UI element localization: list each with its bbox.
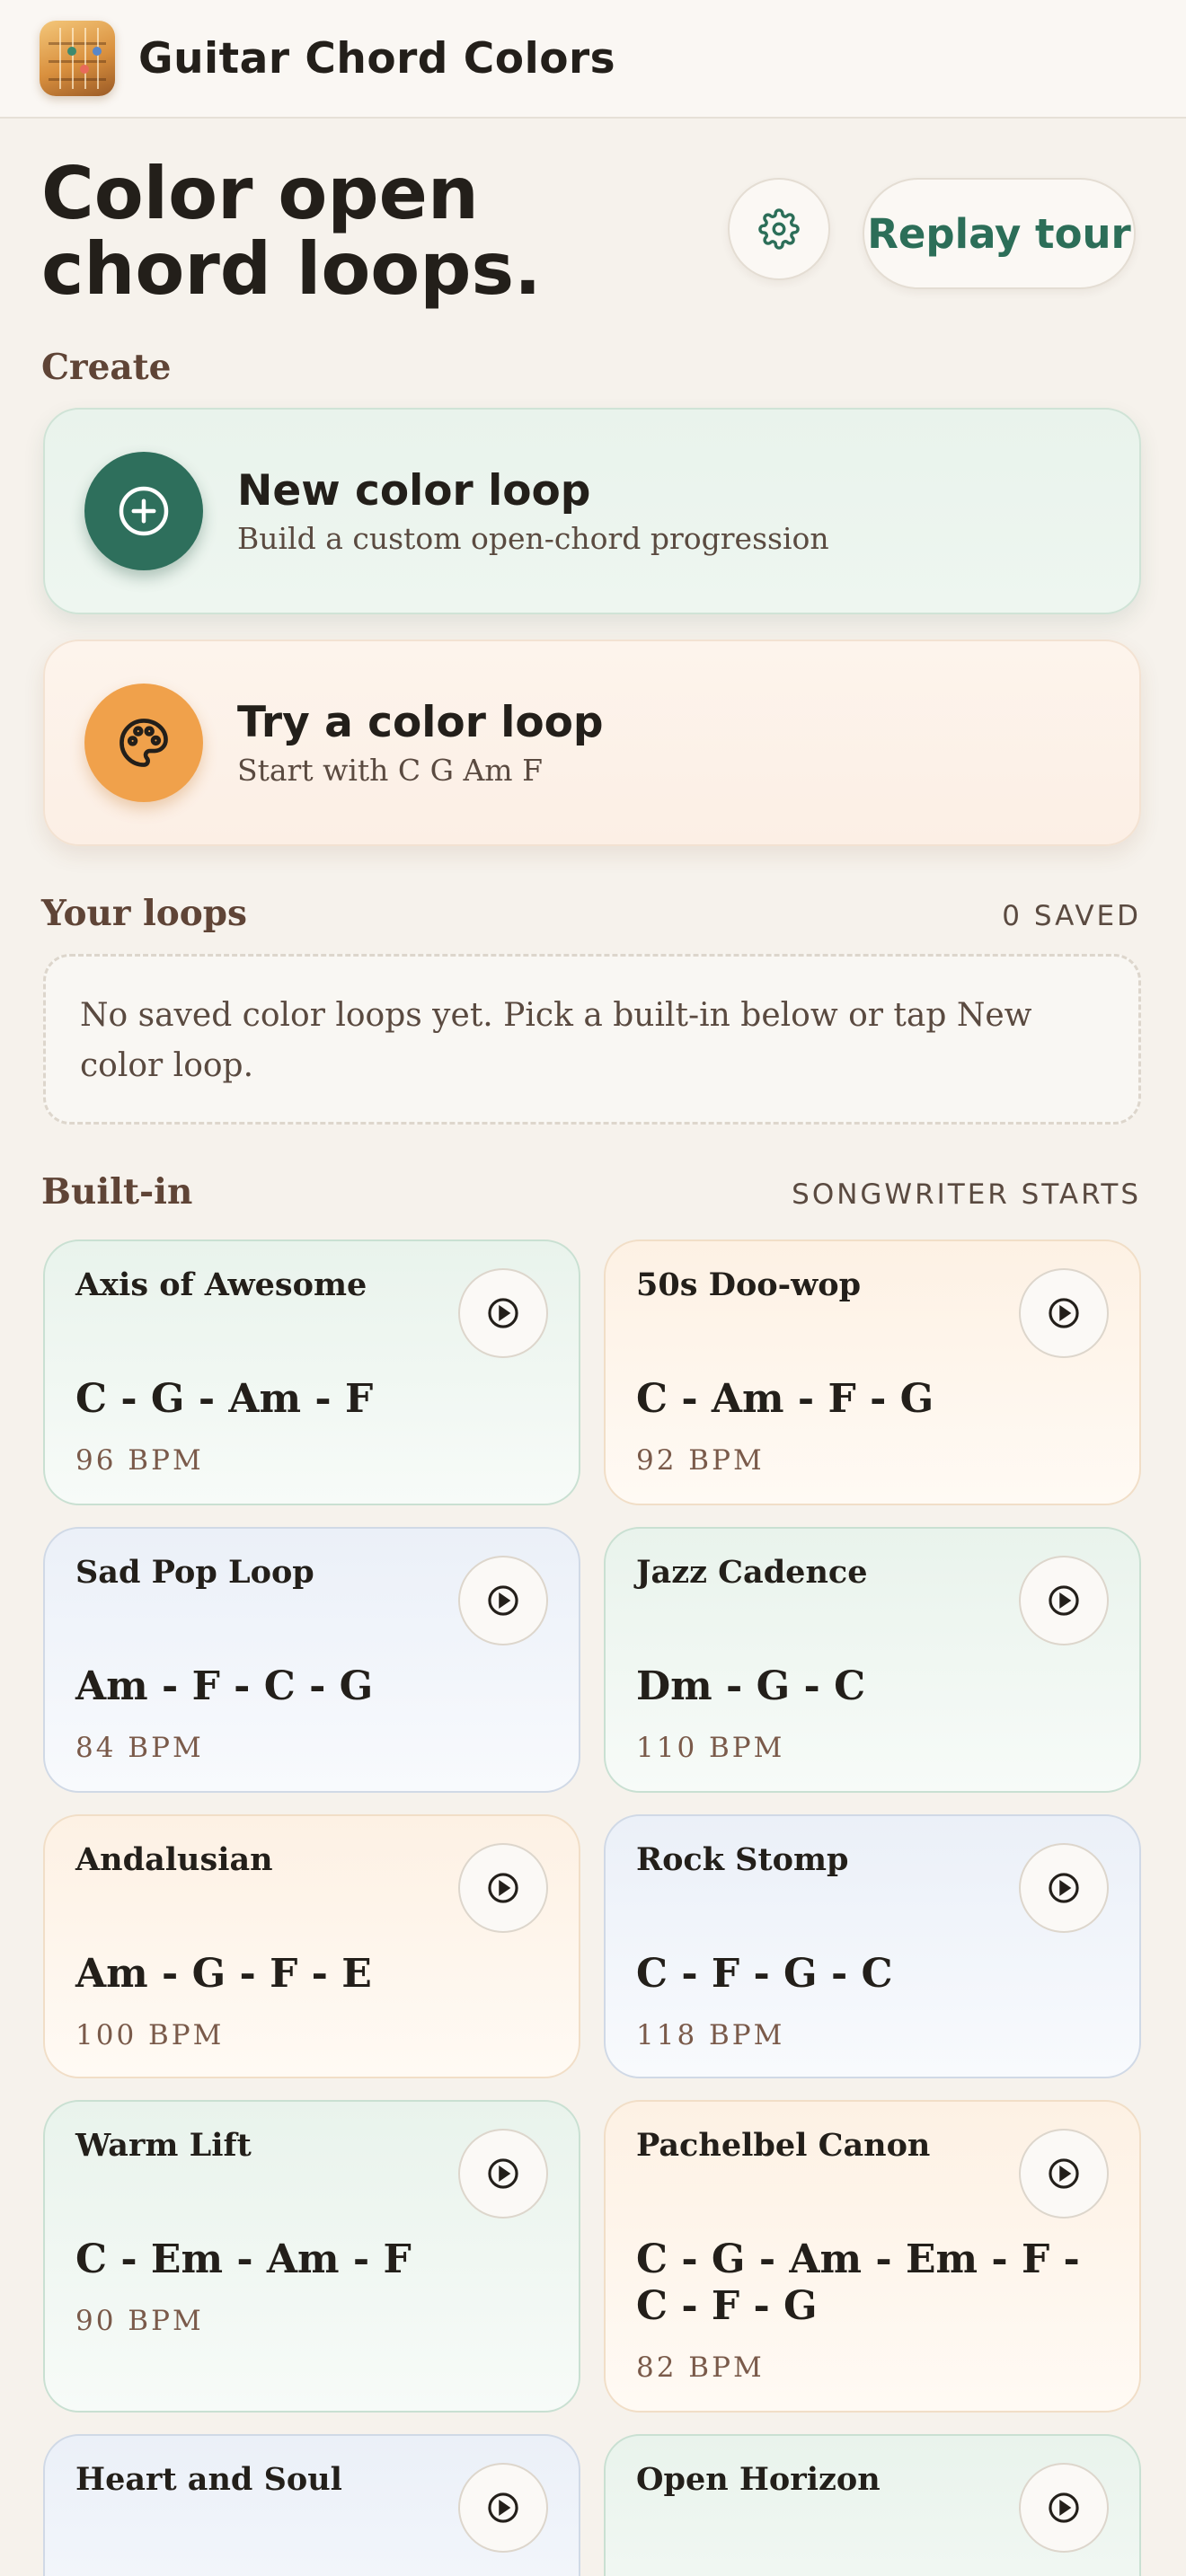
play-circle-icon xyxy=(488,1585,518,1616)
play-button[interactable] xyxy=(458,2463,548,2553)
play-button[interactable] xyxy=(1019,2463,1109,2553)
app-title: Guitar Chord Colors xyxy=(138,33,616,84)
create-section-label: Create xyxy=(41,347,172,388)
play-button[interactable] xyxy=(1019,2129,1109,2219)
new-loop-icon-circle xyxy=(84,452,203,570)
palette-icon xyxy=(119,719,168,767)
loop-bpm: 92 BPM xyxy=(636,1444,765,1477)
loop-card[interactable]: Andalusian Am - G - F - E 100 BPM xyxy=(43,1814,580,2078)
play-button[interactable] xyxy=(1019,1556,1109,1645)
new-loop-title: New color loop xyxy=(237,466,591,516)
loop-bpm: 96 BPM xyxy=(75,1444,204,1477)
loop-chords: C - G - Am - F xyxy=(75,1376,374,1422)
loop-name: Warm Lift xyxy=(75,2127,252,2164)
loop-chords: C - Am - F - G xyxy=(636,1376,934,1422)
loop-bpm: 82 BPM xyxy=(636,2351,765,2384)
builtin-section-label: Built-in xyxy=(41,1171,193,1213)
plus-circle-icon xyxy=(119,486,169,536)
play-circle-icon xyxy=(488,2158,518,2189)
your-loops-label: Your loops xyxy=(41,893,248,934)
play-circle-icon xyxy=(488,1873,518,1903)
loop-card[interactable]: Open Horizon xyxy=(604,2434,1141,2576)
page-title: Color open chord loops. xyxy=(41,152,542,311)
play-button[interactable] xyxy=(1019,1268,1109,1358)
loop-chords: Dm - G - C xyxy=(636,1663,866,1709)
new-color-loop-card[interactable]: New color loop Build a custom open-chord… xyxy=(43,408,1141,614)
loop-card[interactable]: 50s Doo-wop C - Am - F - G 92 BPM xyxy=(604,1239,1141,1505)
loop-card[interactable]: Axis of Awesome C - G - Am - F 96 BPM xyxy=(43,1239,580,1505)
loop-card[interactable]: Sad Pop Loop Am - F - C - G 84 BPM xyxy=(43,1527,580,1793)
play-button[interactable] xyxy=(458,1268,548,1358)
play-circle-icon xyxy=(1049,2158,1079,2189)
play-circle-icon xyxy=(1049,1873,1079,1903)
loop-name: Jazz Cadence xyxy=(636,1554,868,1591)
loop-card[interactable]: Pachelbel Canon C - G - Am - Em - F - C … xyxy=(604,2100,1141,2413)
loop-card[interactable]: Rock Stomp C - F - G - C 118 BPM xyxy=(604,1814,1141,2078)
empty-loops-message: No saved color loops yet. Pick a built-i… xyxy=(43,954,1141,1125)
play-button[interactable] xyxy=(458,2129,548,2219)
try-color-loop-card[interactable]: Try a color loop Start with C G Am F xyxy=(43,640,1141,846)
loop-name: 50s Doo-wop xyxy=(636,1266,862,1303)
play-circle-icon xyxy=(488,1298,518,1328)
loop-bpm: 84 BPM xyxy=(75,1732,204,1764)
loop-chords: C - F - G - C xyxy=(636,1951,893,1997)
loop-card[interactable]: Heart and Soul xyxy=(43,2434,580,2576)
play-button[interactable] xyxy=(458,1843,548,1933)
loop-bpm: 90 BPM xyxy=(75,2305,204,2337)
play-circle-icon xyxy=(1049,1585,1079,1616)
play-button[interactable] xyxy=(458,1556,548,1645)
try-loop-icon-circle xyxy=(84,684,203,802)
loop-name: Sad Pop Loop xyxy=(75,1554,314,1591)
play-circle-icon xyxy=(1049,2492,1079,2523)
loop-name: Andalusian xyxy=(75,1841,273,1878)
try-loop-title: Try a color loop xyxy=(237,698,604,747)
settings-button[interactable] xyxy=(728,178,830,280)
loop-chords: Am - G - F - E xyxy=(75,1951,372,1997)
loop-name: Open Horizon xyxy=(636,2461,881,2498)
play-circle-icon xyxy=(1049,1298,1079,1328)
try-loop-subtitle: Start with C G Am F xyxy=(237,753,543,788)
loop-chords: C - G - Am - Em - F - C - F - G xyxy=(636,2236,1080,2329)
saved-count: 0 SAVED xyxy=(1002,900,1141,932)
loop-name: Axis of Awesome xyxy=(75,1266,367,1303)
loop-card[interactable]: Jazz Cadence Dm - G - C 110 BPM xyxy=(604,1527,1141,1793)
builtin-meta: SONGWRITER STARTS xyxy=(792,1178,1141,1211)
loop-name: Rock Stomp xyxy=(636,1841,849,1878)
play-button[interactable] xyxy=(1019,1843,1109,1933)
loop-bpm: 100 BPM xyxy=(75,2019,225,2051)
loop-chords: C - Em - Am - F xyxy=(75,2236,412,2282)
loop-name: Pachelbel Canon xyxy=(636,2127,931,2164)
loop-chords: Am - F - C - G xyxy=(75,1663,374,1709)
loop-bpm: 118 BPM xyxy=(636,2019,785,2051)
play-circle-icon xyxy=(488,2492,518,2523)
loop-card[interactable]: Warm Lift C - Em - Am - F 90 BPM xyxy=(43,2100,580,2413)
loop-name: Heart and Soul xyxy=(75,2461,342,2498)
replay-tour-button[interactable]: Replay tour xyxy=(863,178,1136,289)
new-loop-subtitle: Build a custom open-chord progression xyxy=(237,521,829,556)
loop-bpm: 110 BPM xyxy=(636,1732,785,1764)
app-logo-icon xyxy=(40,21,115,96)
app-header: Guitar Chord Colors xyxy=(0,0,1186,119)
gear-icon xyxy=(758,208,800,250)
